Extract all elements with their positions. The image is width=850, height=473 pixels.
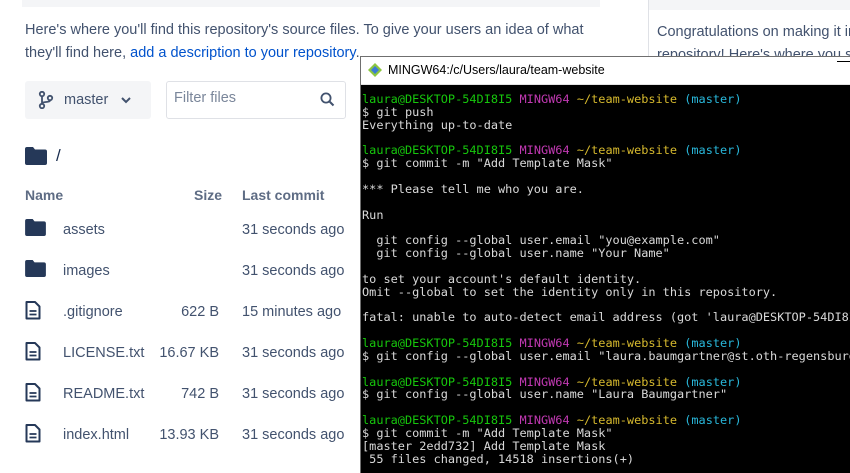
filter-files-field[interactable] bbox=[166, 81, 346, 119]
branch-selector-button[interactable]: master bbox=[25, 81, 151, 119]
command-line: $ git config --global user.name "Laura B… bbox=[362, 387, 728, 402]
last-commit: 15 minutes ago bbox=[242, 304, 342, 320]
add-description-link[interactable]: add a description to your repository bbox=[130, 45, 355, 61]
table-row[interactable]: README.txt 742 B 31 seconds ago bbox=[25, 381, 355, 422]
last-commit: 31 seconds ago bbox=[242, 386, 345, 402]
table-row[interactable]: images 31 seconds ago bbox=[25, 258, 355, 299]
filter-files-input[interactable] bbox=[174, 90, 314, 106]
file-name[interactable]: images bbox=[63, 263, 110, 279]
folder-icon bbox=[25, 260, 46, 277]
file-name[interactable]: assets bbox=[63, 222, 105, 238]
command-line: $ git commit -m "Add Template Mask" bbox=[362, 156, 613, 171]
description-tail: . bbox=[355, 45, 360, 61]
minimize-icon[interactable] bbox=[837, 61, 850, 62]
output-line: 55 files changed, 14518 insertions(+) bbox=[362, 451, 635, 466]
file-size: 16.67 KB bbox=[159, 345, 219, 361]
side-panel-band bbox=[649, 0, 850, 10]
mingw-logo-icon bbox=[368, 63, 382, 77]
column-header-name[interactable]: Name bbox=[25, 187, 63, 203]
chevron-down-icon bbox=[121, 96, 132, 103]
file-name[interactable]: README.txt bbox=[63, 386, 144, 402]
file-icon bbox=[25, 342, 41, 361]
output-line: Everything up-to-date bbox=[362, 117, 513, 132]
path-root[interactable]: / bbox=[56, 146, 61, 166]
terminal-title: MINGW64:/c/Users/laura/team-website bbox=[388, 63, 605, 77]
file-icon bbox=[25, 301, 41, 320]
table-row[interactable]: LICENSE.txt 16.67 KB 31 seconds ago bbox=[25, 340, 355, 381]
folder-icon bbox=[25, 147, 47, 165]
file-name[interactable]: LICENSE.txt bbox=[63, 345, 144, 361]
terminal-title-bar[interactable]: MINGW64:/c/Users/laura/team-website bbox=[361, 57, 850, 85]
branch-label: master bbox=[64, 92, 109, 108]
file-size: 13.93 KB bbox=[159, 427, 219, 443]
folder-icon bbox=[25, 219, 46, 236]
output-line: *** Please tell me who you are. bbox=[362, 181, 584, 196]
file-size: 622 B bbox=[181, 304, 219, 320]
top-strip bbox=[22, 0, 600, 7]
file-name[interactable]: index.html bbox=[63, 427, 129, 443]
table-row[interactable]: .gitignore 622 B 15 minutes ago bbox=[25, 299, 355, 340]
side-panel-line: Congratulations on making it int bbox=[657, 24, 850, 40]
last-commit: 31 seconds ago bbox=[242, 222, 345, 238]
breadcrumb: / bbox=[25, 146, 61, 166]
output-line: git config --global user.name "Your Name… bbox=[362, 246, 670, 261]
search-icon[interactable] bbox=[320, 92, 335, 107]
terminal-output: laura@DESKTOP-54DI8I5 MINGW64 ~/team-web… bbox=[362, 93, 850, 465]
command-line: $ git config --global user.email "laura.… bbox=[362, 348, 850, 363]
output-line: Omit --global to set the identity only i… bbox=[362, 284, 778, 299]
last-commit: 31 seconds ago bbox=[242, 263, 345, 279]
file-size: 742 B bbox=[181, 386, 219, 402]
terminal-window[interactable]: MINGW64:/c/Users/laura/team-website laur… bbox=[360, 56, 850, 473]
column-header-size[interactable]: Size bbox=[194, 187, 222, 203]
last-commit: 31 seconds ago bbox=[242, 345, 345, 361]
file-icon bbox=[25, 424, 41, 443]
last-commit: 31 seconds ago bbox=[242, 427, 345, 443]
file-icon bbox=[25, 383, 41, 402]
file-name[interactable]: .gitignore bbox=[63, 304, 123, 320]
column-header-last-commit[interactable]: Last commit bbox=[242, 187, 324, 203]
table-row[interactable]: assets 31 seconds ago bbox=[25, 217, 355, 258]
output-line: fatal: unable to auto-detect email addre… bbox=[362, 310, 850, 325]
table-row[interactable]: index.html 13.93 KB 31 seconds ago bbox=[25, 422, 355, 463]
output-line: Run bbox=[362, 207, 384, 222]
branch-icon bbox=[38, 91, 54, 109]
